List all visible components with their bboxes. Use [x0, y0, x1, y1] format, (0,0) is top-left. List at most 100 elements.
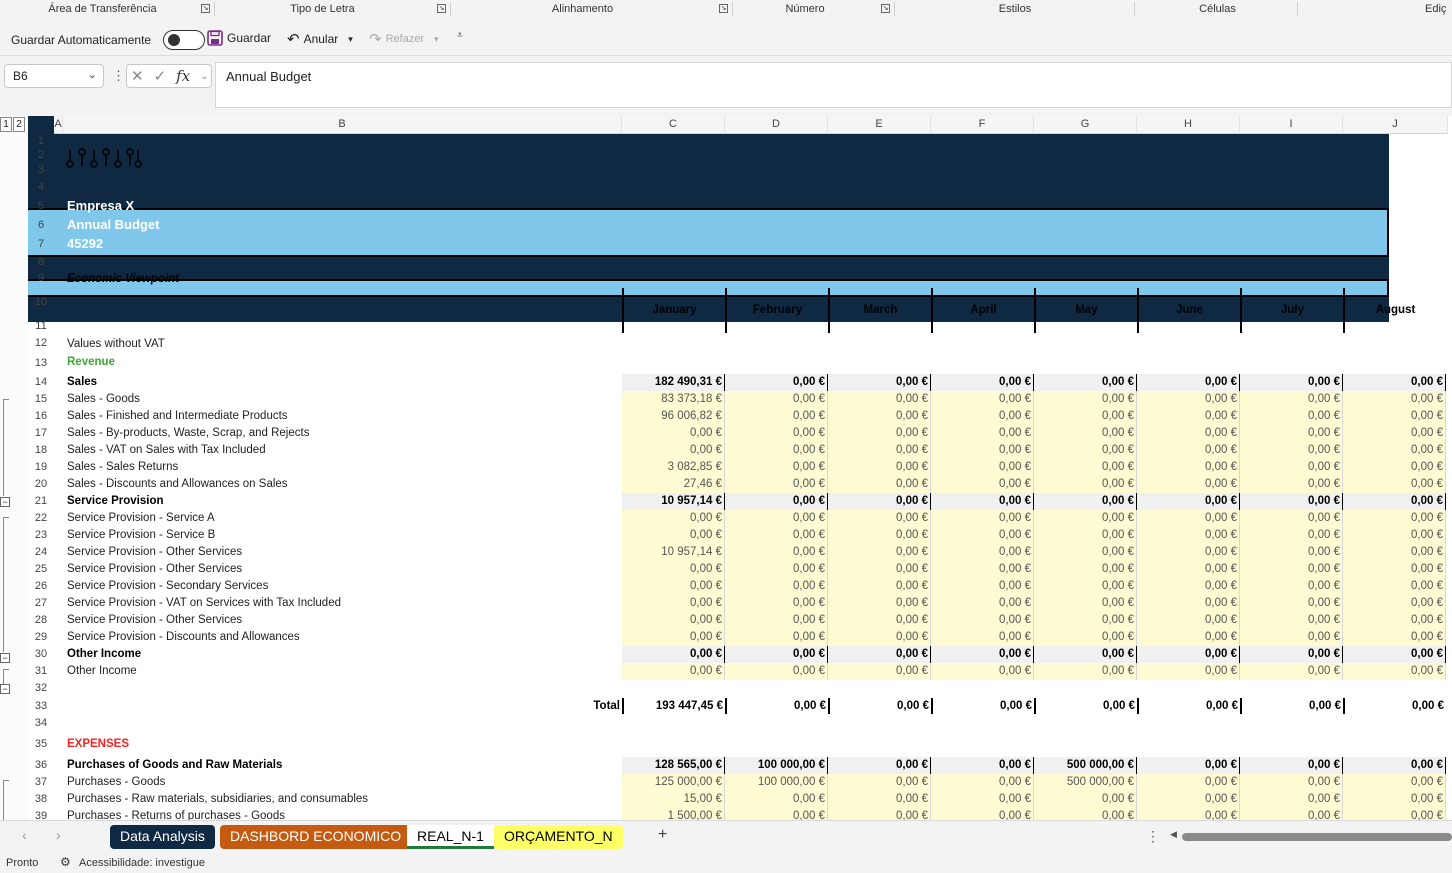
- value-cell[interactable]: 0,00 €: [1240, 791, 1343, 808]
- value-cell[interactable]: 0,00 €: [1137, 510, 1240, 527]
- value-cell[interactable]: 0,00 €: [828, 808, 931, 820]
- redo-button[interactable]: ↷ Refazer ▾: [369, 30, 439, 48]
- row-header[interactable]: 24: [28, 544, 54, 561]
- row-header[interactable]: 33: [28, 697, 54, 715]
- value-cell[interactable]: 0,00 €: [1034, 425, 1137, 442]
- total-value-cell[interactable]: 193 447,45 €: [622, 698, 725, 714]
- value-cell[interactable]: 0,00 €: [1343, 408, 1446, 425]
- value-cell[interactable]: 0,00 €: [725, 578, 828, 595]
- value-cell[interactable]: 0,00 €: [1034, 808, 1137, 820]
- value-cell[interactable]: 0,00 €: [931, 612, 1034, 629]
- value-cell[interactable]: 0,00 €: [1343, 578, 1446, 595]
- horizontal-scrollbar[interactable]: [1182, 833, 1452, 841]
- add-sheet-icon[interactable]: +: [658, 826, 667, 844]
- row-header[interactable]: 28: [28, 612, 54, 629]
- row-label[interactable]: Service Provision - Other Services: [67, 544, 620, 561]
- value-cell[interactable]: 0,00 €: [725, 391, 828, 408]
- value-cell[interactable]: 0,00 €: [1034, 408, 1137, 425]
- formula-input[interactable]: Annual Budget: [215, 62, 1452, 108]
- row-label[interactable]: Sales - Sales Returns: [67, 459, 620, 476]
- value-cell[interactable]: 0,00 €: [1137, 808, 1240, 820]
- row-header[interactable]: 21: [28, 493, 54, 510]
- value-cell[interactable]: 0,00 €: [828, 595, 931, 612]
- value-cell[interactable]: 0,00 €: [1137, 493, 1240, 510]
- row-label[interactable]: Sales: [67, 374, 620, 391]
- value-cell[interactable]: 0,00 €: [1137, 629, 1240, 646]
- value-cell[interactable]: 0,00 €: [725, 442, 828, 459]
- value-cell[interactable]: 0,00 €: [828, 510, 931, 527]
- value-cell[interactable]: 0,00 €: [1343, 527, 1446, 544]
- value-cell[interactable]: 0,00 €: [931, 493, 1034, 510]
- row-label[interactable]: Service Provision: [67, 493, 620, 510]
- value-cell[interactable]: 0,00 €: [828, 442, 931, 459]
- row-header[interactable]: 27: [28, 595, 54, 612]
- outline-level-2-button[interactable]: 2: [13, 117, 25, 132]
- value-cell[interactable]: 0,00 €: [1240, 808, 1343, 820]
- value-cell[interactable]: 0,00 €: [931, 757, 1034, 774]
- value-cell[interactable]: 0,00 €: [828, 408, 931, 425]
- value-cell[interactable]: 0,00 €: [1240, 527, 1343, 544]
- value-cell[interactable]: 0,00 €: [1343, 757, 1446, 774]
- value-cell[interactable]: 0,00 €: [1343, 493, 1446, 510]
- value-cell[interactable]: 0,00 €: [1240, 442, 1343, 459]
- row-label[interactable]: Purchases - Raw materials, subsidiaries,…: [67, 791, 620, 808]
- column-header-h[interactable]: H: [1137, 116, 1240, 134]
- value-cell[interactable]: 0,00 €: [1240, 578, 1343, 595]
- value-cell[interactable]: 0,00 €: [1343, 595, 1446, 612]
- value-cell[interactable]: 0,00 €: [931, 408, 1034, 425]
- value-cell[interactable]: 0,00 €: [725, 493, 828, 510]
- number-launcher-icon[interactable]: ↘: [881, 4, 890, 13]
- value-cell[interactable]: 0,00 €: [1240, 408, 1343, 425]
- value-cell[interactable]: 0,00 €: [931, 544, 1034, 561]
- value-cell[interactable]: 0,00 €: [725, 561, 828, 578]
- tab-real-n-1[interactable]: REAL_N-1: [407, 825, 494, 849]
- row-header[interactable]: 39: [28, 808, 54, 820]
- chevron-down-icon[interactable]: ⌄: [88, 68, 97, 81]
- value-cell[interactable]: 0,00 €: [931, 774, 1034, 791]
- font-launcher-icon[interactable]: ↘: [437, 4, 446, 13]
- value-cell[interactable]: 0,00 €: [1137, 663, 1240, 680]
- value-cell[interactable]: 0,00 €: [828, 612, 931, 629]
- value-cell[interactable]: 0,00 €: [1343, 510, 1446, 527]
- outline-collapse-icon[interactable]: −: [0, 497, 10, 507]
- row-header[interactable]: 31: [28, 663, 54, 680]
- value-cell[interactable]: 0,00 €: [931, 374, 1034, 391]
- column-header-d[interactable]: D: [725, 116, 828, 134]
- value-cell[interactable]: 0,00 €: [1034, 374, 1137, 391]
- value-cell[interactable]: 0,00 €: [1034, 646, 1137, 663]
- value-cell[interactable]: 0,00 €: [1034, 561, 1137, 578]
- value-cell[interactable]: 0,00 €: [931, 663, 1034, 680]
- value-cell[interactable]: 0,00 €: [1137, 791, 1240, 808]
- value-cell[interactable]: 0,00 €: [725, 408, 828, 425]
- value-cell[interactable]: 0,00 €: [931, 510, 1034, 527]
- value-cell[interactable]: 27,46 €: [622, 476, 725, 493]
- value-cell[interactable]: 0,00 €: [1240, 425, 1343, 442]
- redo-dropdown-icon[interactable]: ▾: [434, 34, 439, 45]
- value-cell[interactable]: 0,00 €: [622, 646, 725, 663]
- row-header[interactable]: 11: [28, 318, 54, 335]
- column-header-c[interactable]: C: [622, 116, 725, 134]
- value-cell[interactable]: 1 500,00 €: [622, 808, 725, 820]
- column-header-g[interactable]: G: [1034, 116, 1137, 134]
- row-label[interactable]: Sales - Goods: [67, 391, 620, 408]
- value-cell[interactable]: 0,00 €: [1343, 544, 1446, 561]
- total-value-cell[interactable]: 0,00 €: [725, 698, 828, 714]
- value-cell[interactable]: 0,00 €: [1034, 663, 1137, 680]
- value-cell[interactable]: 0,00 €: [828, 476, 931, 493]
- row-header[interactable]: 35: [28, 732, 54, 757]
- outline-collapse-icon[interactable]: −: [0, 684, 10, 694]
- total-value-cell[interactable]: 0,00 €: [1137, 698, 1240, 714]
- row-header[interactable]: 14: [28, 374, 54, 391]
- scroll-tabs-left-icon[interactable]: ‹: [22, 827, 27, 843]
- row-header[interactable]: 16: [28, 408, 54, 425]
- row-label[interactable]: Sales - VAT on Sales with Tax Included: [67, 442, 620, 459]
- row-header[interactable]: 8: [28, 254, 54, 270]
- value-cell[interactable]: 0,00 €: [931, 791, 1034, 808]
- enter-icon[interactable]: ✓: [154, 67, 167, 85]
- value-cell[interactable]: 0,00 €: [1343, 442, 1446, 459]
- value-cell[interactable]: 0,00 €: [1137, 459, 1240, 476]
- more-vertical-icon[interactable]: ⋮: [1146, 828, 1160, 845]
- value-cell[interactable]: 0,00 €: [725, 476, 828, 493]
- value-cell[interactable]: 0,00 €: [931, 527, 1034, 544]
- row-header[interactable]: 13: [28, 352, 54, 374]
